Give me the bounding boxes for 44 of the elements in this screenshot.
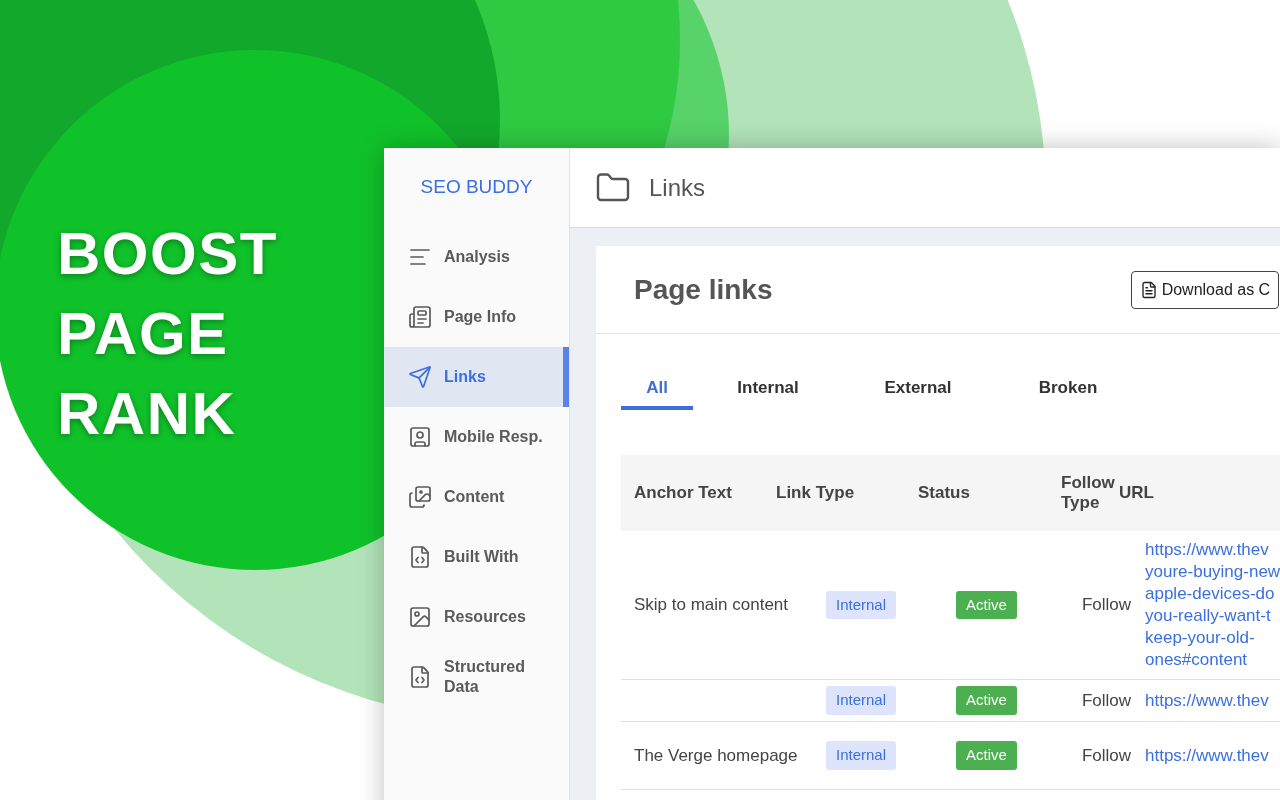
column-header: Follow Type bbox=[1060, 473, 1116, 513]
image-icon bbox=[408, 605, 432, 629]
sidebar-item[interactable]: Resources bbox=[384, 587, 569, 647]
code-file-icon bbox=[408, 665, 432, 689]
sidebar-item[interactable]: Structured Data bbox=[384, 647, 569, 707]
images-icon bbox=[408, 485, 432, 509]
url-link[interactable]: https://www.thev youre-buying-new apple-devices-do you-really-want-t keep-your-old- ones#content bbox=[1145, 539, 1280, 671]
filter-tab[interactable]: Internal bbox=[693, 370, 843, 410]
brand-logo[interactable]: SEO BUDDY bbox=[420, 172, 533, 202]
code-file-icon bbox=[408, 545, 432, 569]
download-button[interactable]: Download as C bbox=[1130, 270, 1280, 309]
card-title: Page links bbox=[634, 272, 773, 307]
sidebar-item[interactable]: Analysis bbox=[384, 227, 569, 287]
filter-tab[interactable]: Broken bbox=[993, 370, 1143, 410]
filter-tab[interactable]: All bbox=[621, 370, 693, 410]
status-tag: Active bbox=[956, 686, 1017, 715]
table-cell: The Verge homepage bbox=[634, 745, 798, 765]
url-link[interactable]: https://www.thev bbox=[1145, 744, 1269, 767]
link-type-tag: Internal bbox=[826, 686, 897, 715]
column-header: URL bbox=[1119, 482, 1154, 505]
column-header: Link Type bbox=[775, 482, 856, 505]
sidebar-item[interactable]: Links bbox=[384, 347, 569, 407]
link-type-tag: Internal bbox=[826, 590, 897, 620]
document-icon bbox=[1139, 280, 1158, 299]
paper-plane-icon bbox=[408, 365, 432, 389]
column-header: Anchor Text bbox=[633, 482, 733, 505]
table-cell: Skip to main content bbox=[634, 595, 789, 615]
url-link[interactable]: https://www.thev bbox=[1145, 689, 1269, 712]
sidebar-item[interactable]: Content bbox=[384, 467, 569, 527]
link-type-tag: Internal bbox=[826, 741, 897, 770]
status-tag: Active bbox=[956, 741, 1017, 770]
sidebar-item[interactable]: Built With bbox=[384, 527, 569, 587]
headline: BOOST PAGE RANK bbox=[57, 219, 279, 449]
page-title: Links bbox=[649, 172, 706, 203]
status-tag: Active bbox=[956, 590, 1017, 620]
sidebar-item[interactable]: Mobile Resp. bbox=[384, 407, 569, 467]
sidebar-item[interactable]: Page Info bbox=[384, 287, 569, 347]
contact-card-icon bbox=[408, 425, 432, 449]
table-cell: Follow bbox=[1081, 690, 1131, 710]
filter-tab[interactable]: External bbox=[843, 370, 993, 410]
table-cell: Follow bbox=[1081, 745, 1131, 765]
newspaper-icon bbox=[408, 305, 432, 329]
table-cell: Follow bbox=[1081, 595, 1131, 615]
column-header: Status bbox=[917, 482, 971, 505]
